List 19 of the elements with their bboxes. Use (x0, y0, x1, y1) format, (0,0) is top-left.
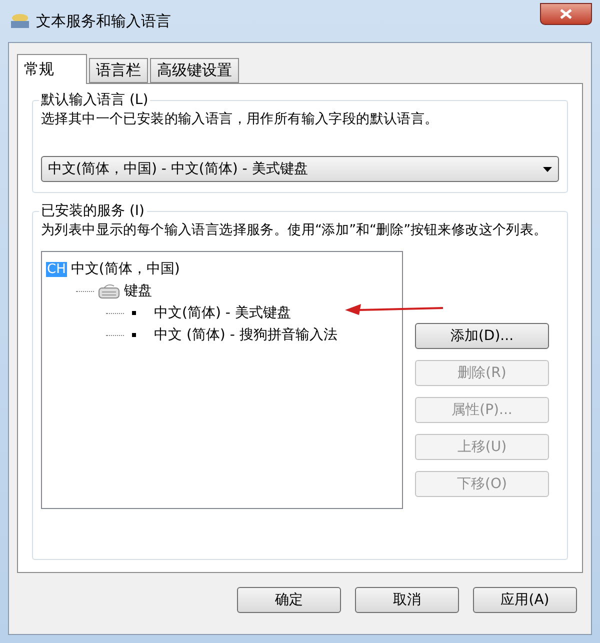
language-dropdown[interactable]: 中文(简体，中国) - 中文(简体) - 美式键盘 (41, 156, 559, 182)
tab[interactable]: 高级键设置 (150, 58, 239, 83)
group-label: 已安装的服务 (I) (39, 202, 147, 220)
window-title: 文本服务和输入语言 (36, 12, 172, 30)
tab[interactable]: 语言栏 (89, 58, 148, 83)
dialog-button[interactable]: 确定 (237, 587, 341, 613)
dialog-button[interactable]: 取消 (355, 587, 459, 613)
description-text: 选择其中一个已安装的输入语言，用作所有输入字段的默认语言。 (41, 111, 440, 128)
tree-item[interactable]: 中文 (简体) - 搜狗拼音输入法 (154, 326, 338, 344)
language-badge: CH (46, 262, 67, 276)
service-tree[interactable]: CH 中文(简体，中国) 键盘 中文(简体) - 美式键盘 中文 (简体) - 搜狗拼音输入法 (41, 251, 403, 509)
dialog-button[interactable]: 应用(A) (473, 587, 577, 613)
tree-item[interactable]: 中文(简体) - 美式键盘 (154, 304, 291, 322)
tree-item[interactable]: 中文(简体，中国) (70, 260, 180, 278)
tree-item[interactable]: 键盘 (124, 282, 152, 300)
group-label: 默认输入语言 (L) (39, 91, 150, 109)
action-button[interactable]: 添加(D)... (415, 323, 549, 349)
tab[interactable]: 常规 (17, 54, 87, 84)
description-text: 为列表中显示的每个输入语言选择服务。使用“添加”和“删除”按钮来修改这个列表。 (41, 222, 548, 239)
